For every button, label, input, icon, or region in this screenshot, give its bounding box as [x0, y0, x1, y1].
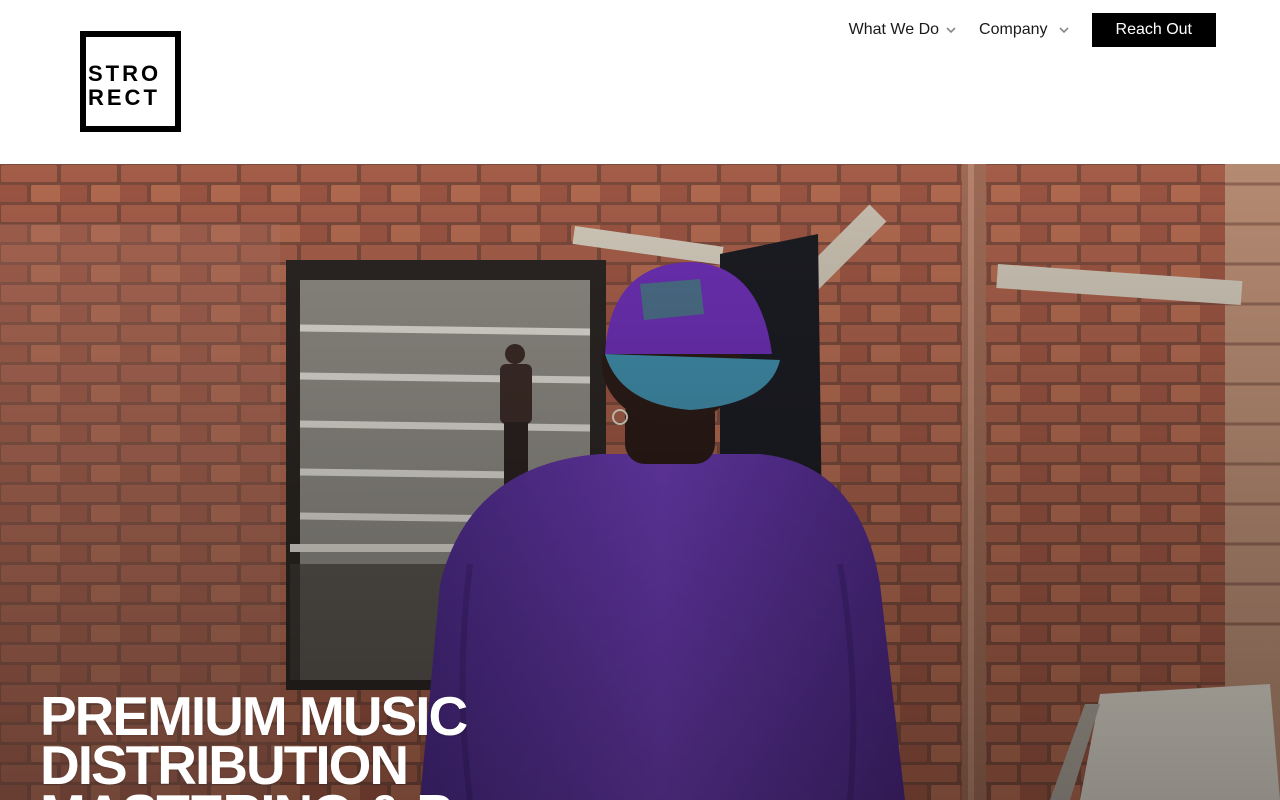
main-nav: What We Do Company Reach Out [849, 13, 1216, 47]
hero-title-line-3: MASTERING & P [40, 787, 466, 800]
chevron-down-icon [1058, 24, 1070, 36]
logo-text-line-1: DISTRO [86, 63, 161, 85]
nav-item-label: Company [979, 21, 1048, 38]
site-header: DISTRO DIRECT What We Do Company Reach O… [0, 0, 1280, 164]
hero-section: PREMIUM MUSIC DISTRIBUTION MASTERING & P [0, 164, 1280, 800]
distro-direct-logo[interactable]: DISTRO DIRECT [80, 31, 181, 132]
nav-item-what-we-do[interactable]: What We Do [849, 13, 957, 47]
nav-item-company[interactable]: Company [979, 13, 1069, 47]
chevron-down-icon [945, 24, 957, 36]
hero-title: PREMIUM MUSIC DISTRIBUTION MASTERING & P [40, 689, 468, 800]
reach-out-button[interactable]: Reach Out [1091, 13, 1216, 47]
logo-text-line-2: DIRECT [86, 87, 161, 109]
nav-item-label: What We Do [848, 21, 940, 38]
